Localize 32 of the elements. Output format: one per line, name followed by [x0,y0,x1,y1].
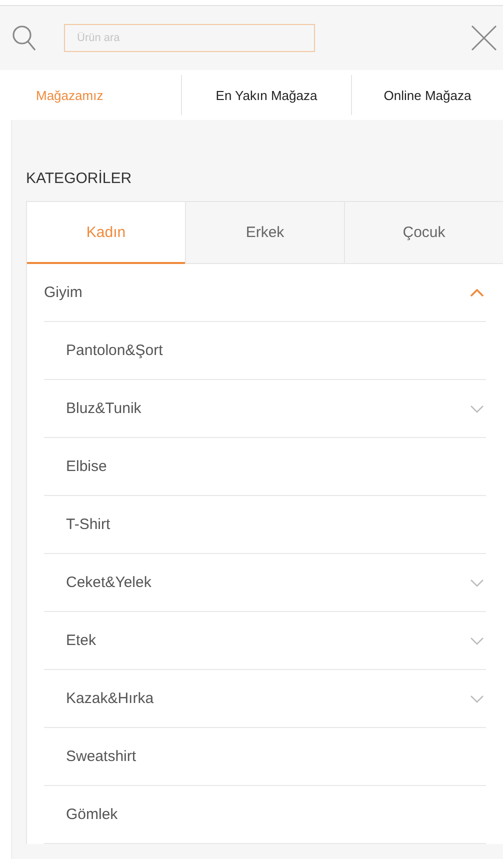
gender-tab[interactable]: Erkek [185,201,344,264]
chevron-up-icon [470,288,484,296]
close-icon[interactable] [471,25,497,51]
category-item[interactable]: Elbise [44,438,486,496]
category-label: Giyim [44,284,82,301]
categories-title: KATEGORİLER [26,170,133,187]
store-tab[interactable]: Online Mağaza [351,75,503,115]
category-label: T-Shirt [66,516,110,533]
category-item[interactable]: Etek [44,612,486,670]
gender-tab[interactable]: Çocuk [344,201,503,264]
store-tab[interactable]: En Yakın Mağaza [181,75,351,115]
chevron-down-icon [470,578,484,586]
chevron-down-icon [470,404,484,412]
category-label: Kazak&Hırka [66,690,154,707]
category-item[interactable]: Sweatshirt [44,728,486,786]
category-label: Elbise [66,458,107,475]
category-item[interactable]: Pantolon&Şort [44,322,486,380]
category-item[interactable]: T-Shirt [44,496,486,554]
category-label: Gömlek [66,806,118,823]
category-item[interactable]: Bluz&Tunik [44,380,486,438]
chevron-down-icon [470,694,484,702]
category-label: Bluz&Tunik [66,400,142,417]
category-item[interactable]: Ceket&Yelek [44,554,486,612]
category-label: Pantolon&Şort [66,342,163,359]
category-label: Sweatshirt [66,748,136,765]
chevron-down-icon [470,636,484,644]
search-icon[interactable] [12,25,36,51]
category-item[interactable]: Gömlek [44,786,486,844]
category-item[interactable]: Kazak&Hırka [44,670,486,728]
category-item[interactable]: Giyim [44,264,486,322]
category-label: Ceket&Yelek [66,574,152,591]
category-label: Etek [66,632,96,649]
